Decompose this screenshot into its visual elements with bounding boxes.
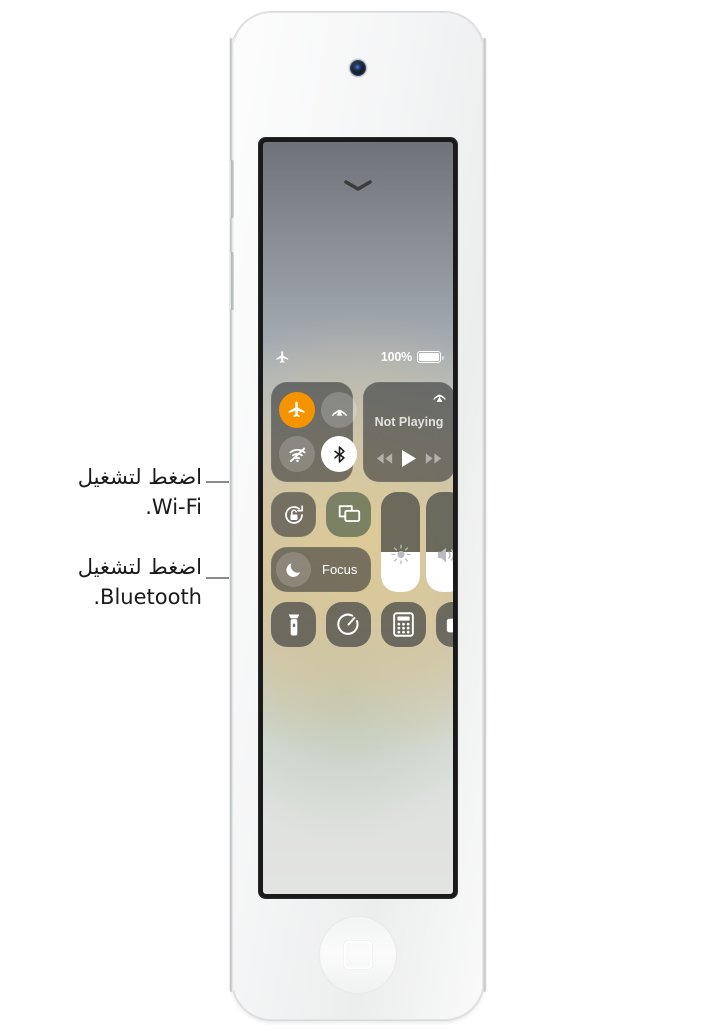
- callout-bluetooth: اضغط لتشغيل Bluetooth.: [20, 552, 202, 612]
- calculator-button[interactable]: [381, 602, 426, 647]
- callout-wifi-line1: اضغط لتشغيل: [77, 465, 202, 489]
- airplane-icon: [276, 350, 289, 363]
- focus-toggle[interactable]: Focus: [271, 547, 371, 592]
- home-button[interactable]: [319, 916, 397, 994]
- chevron-down-icon[interactable]: [344, 180, 372, 191]
- focus-label: Focus: [322, 562, 358, 577]
- bluetooth-icon: [333, 445, 345, 463]
- airplane-mode-toggle[interactable]: [279, 392, 315, 428]
- volume-icon: [437, 547, 453, 563]
- screen-mirroring-toggle[interactable]: [326, 492, 371, 537]
- volume-up-button[interactable]: [230, 160, 234, 218]
- rewind-icon[interactable]: [376, 452, 393, 465]
- callout-wifi-line2: Wi-Fi.: [145, 495, 202, 519]
- brightness-icon: [390, 544, 411, 565]
- media-module[interactable]: Not Playing: [363, 382, 453, 482]
- now-playing-title: Not Playing: [374, 415, 444, 429]
- rotation-lock-toggle[interactable]: [271, 492, 316, 537]
- control-center: Not Playing Focus: [271, 382, 453, 884]
- volume-slider[interactable]: [426, 492, 453, 592]
- device-body: 100% Not Playing Focus: [229, 12, 487, 1020]
- callout-bluetooth-line1: اضغط لتشغيل: [77, 555, 202, 579]
- bluetooth-toggle[interactable]: [321, 436, 357, 472]
- device-screen: 100% Not Playing Focus: [263, 142, 453, 894]
- callout-bluetooth-line2: Bluetooth.: [93, 585, 202, 609]
- airdrop-toggle[interactable]: [321, 392, 357, 428]
- calculator-icon: [393, 612, 414, 637]
- airplane-icon: [288, 401, 305, 418]
- flashlight-icon: [288, 613, 299, 636]
- home-button-glyph: [343, 940, 373, 970]
- airplay-icon[interactable]: [431, 388, 448, 405]
- timer-button[interactable]: [326, 602, 371, 647]
- volume-down-button[interactable]: [230, 252, 234, 310]
- play-icon[interactable]: [401, 449, 417, 468]
- fast-forward-icon[interactable]: [425, 452, 442, 465]
- brightness-slider[interactable]: [381, 492, 420, 592]
- rotation-lock-icon: [284, 504, 303, 524]
- flashlight-button[interactable]: [271, 602, 316, 647]
- status-bar: 100%: [263, 346, 453, 368]
- screen-mirroring-icon: [338, 504, 360, 522]
- camera-icon: [446, 618, 453, 633]
- camera-button[interactable]: [436, 602, 453, 647]
- battery-fill: [419, 353, 439, 361]
- battery-percent-label: 100%: [380, 350, 412, 364]
- wifi-toggle[interactable]: [279, 436, 315, 472]
- airdrop-icon: [331, 409, 347, 416]
- connectivity-module: [271, 382, 357, 482]
- media-transport-controls: [363, 449, 453, 468]
- status-bar-right: 100%: [380, 350, 444, 364]
- wifi-off-icon: [288, 447, 306, 462]
- callout-wifi: اضغط لتشغيل Wi-Fi.: [20, 462, 202, 522]
- battery-icon: [417, 351, 444, 363]
- moon-icon: [286, 563, 300, 577]
- focus-icon-circle: [276, 552, 311, 587]
- front-camera: [350, 60, 366, 76]
- timer-icon: [337, 613, 359, 635]
